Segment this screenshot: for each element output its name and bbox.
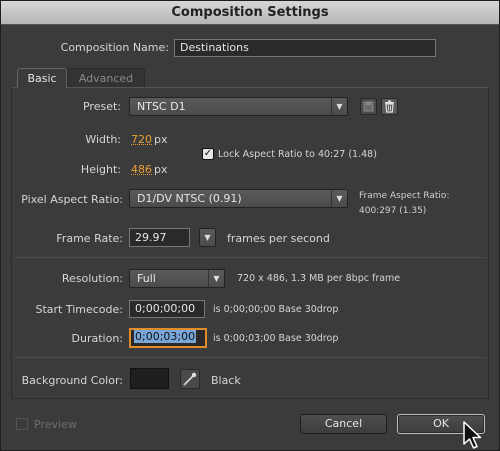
divider (15, 357, 486, 358)
chevron-down-icon: ▼ (208, 270, 224, 287)
duration-value: 0;00;03;00 (134, 330, 197, 343)
save-preset-button[interactable] (360, 98, 377, 115)
mouse-pointer-icon (463, 421, 482, 449)
pixel-aspect-label: Pixel Aspect Ratio: (21, 193, 123, 206)
disk-icon (363, 101, 374, 112)
preset-value: NTSC D1 (137, 100, 186, 113)
start-timecode-label: Start Timecode: (35, 303, 123, 316)
frame-rate-unit: frames per second (227, 232, 330, 245)
background-color-name: Black (211, 374, 241, 387)
pixel-aspect-dropdown[interactable]: D1/DV NTSC (0.91) ▼ (129, 189, 348, 208)
duration-label: Duration: (71, 332, 123, 345)
frame-aspect-value: 400:297 (1.35) (359, 206, 427, 216)
frame-rate-label: Frame Rate: (56, 232, 123, 245)
eyedropper-button[interactable] (180, 369, 200, 389)
delete-preset-button[interactable] (381, 98, 398, 115)
composition-settings-dialog: Composition Settings Composition Name: D… (0, 0, 500, 451)
chevron-down-icon: ▼ (331, 190, 347, 207)
height-value[interactable]: 486 (131, 163, 152, 176)
width-unit: px (154, 133, 168, 146)
tab-advanced[interactable]: Advanced (67, 68, 145, 88)
frame-rate-dropdown[interactable]: ▼ (199, 228, 216, 247)
resolution-dropdown[interactable]: Full ▼ (129, 269, 225, 288)
lock-aspect-label: Lock Aspect Ratio to 40:27 (1.48) (218, 149, 377, 160)
composition-name-input[interactable]: Destinations (174, 39, 436, 57)
composition-name-label: Composition Name: (60, 41, 169, 54)
preset-dropdown[interactable]: NTSC D1 ▼ (129, 97, 348, 116)
duration-input[interactable]: 0;00;03;00 (129, 328, 207, 348)
start-timecode-info: is 0;00;00;00 Base 30drop (213, 304, 339, 315)
width-label: Width: (85, 133, 121, 146)
width-value[interactable]: 720 (131, 133, 152, 146)
start-timecode-input[interactable]: 0;00;00;00 (129, 300, 205, 318)
chevron-down-icon: ▼ (331, 98, 347, 115)
preview-label: Preview (34, 418, 77, 431)
pixel-aspect-value: D1/DV NTSC (0.91) (137, 192, 242, 205)
trash-icon (385, 100, 394, 113)
eyedropper-icon (183, 372, 197, 386)
chevron-down-icon: ▼ (204, 233, 211, 242)
resolution-info: 720 x 486, 1.3 MB per 8bpc frame (237, 273, 401, 284)
dialog-title: Composition Settings (1, 1, 499, 25)
background-color-swatch[interactable] (130, 368, 169, 389)
height-unit: px (154, 163, 168, 176)
frame-rate-input[interactable]: 29.97 (129, 228, 190, 247)
height-label: Height: (80, 163, 121, 176)
divider (15, 257, 486, 258)
cancel-button[interactable]: Cancel (300, 414, 387, 434)
background-color-label: Background Color: (21, 374, 123, 387)
duration-info: is 0;00;03;00 Base 30drop (213, 333, 339, 344)
frame-aspect-label: Frame Aspect Ratio: (359, 191, 450, 201)
tab-basic[interactable]: Basic (17, 68, 67, 88)
resolution-value: Full (137, 272, 156, 285)
preview-checkbox[interactable] (16, 418, 28, 430)
lock-aspect-checkbox[interactable]: ✓ (202, 148, 214, 160)
resolution-label: Resolution: (61, 272, 123, 285)
preset-label: Preset: (82, 100, 121, 113)
